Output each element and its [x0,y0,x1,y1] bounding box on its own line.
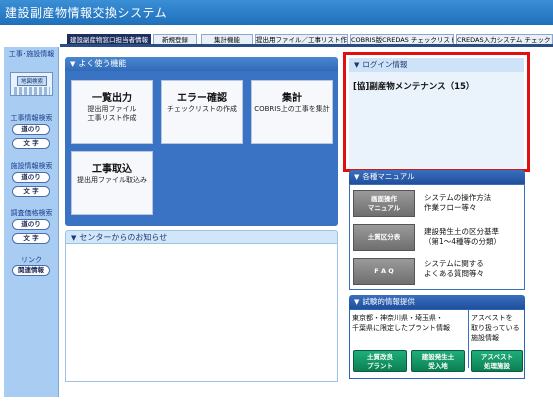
collapse-triangle-icon: ▼ [354,298,360,306]
login-body: [協]副産物メンテナンス（15） [349,72,524,168]
collapse-triangle-icon: ▼ [354,61,360,69]
construction-text-button[interactable]: 文 字 [12,138,50,149]
aggregate-title: 集計 [282,93,302,104]
sidebar-facility-heading: 施設情報検索 [10,162,53,170]
trial-title: 試験的情報提供 [362,297,415,306]
tab-credas-input[interactable]: CREDAS入力システム チェックリスト [456,34,553,45]
collapse-triangle-icon: ▼ [70,60,76,68]
tab-strip: 建設副産物窓口担当者情報 新規登録 集計機能 提出用ファイル／工事リスト作成 C… [0,25,553,47]
manual-panel: 画面操作 マニュアル システムの操作方法 作業フロー等々 土質区分表 建設発生土… [349,184,525,290]
aggregate-desc: COBRIS上の工事を集計 [254,105,330,113]
login-header: ▼ ログイン情報 [349,58,524,72]
notice-body [65,244,338,382]
related-info-button[interactable]: 関連情報 [12,265,50,276]
login-title: ログイン情報 [362,60,408,69]
quick-functions-panel: 一覧出力 提出用ファイル 工事リスト作成 エラー確認 チェックリストの作成 集計… [65,71,338,226]
error-check-tile[interactable]: エラー確認 チェックリストの作成 [161,80,243,144]
import-desc: 提出用ファイル取込み [77,176,147,184]
sidebar-construction-heading: 工事情報検索 [10,114,53,122]
aggregate-tile[interactable]: 集計 COBRIS上の工事を集計 [251,80,333,144]
tab-credas-checklist[interactable]: COBRIS版CREDAS チェックリスト作成 [350,34,454,45]
soil-classification-button[interactable]: 土質区分表 [353,224,415,251]
import-tile[interactable]: 工事取込 提出用ファイル取込み [71,151,153,215]
price-text-button[interactable]: 文 字 [12,233,50,244]
facility-text-button[interactable]: 文 字 [12,186,50,197]
price-route-button[interactable]: 道のり [12,219,50,230]
notice-title: センターからのお知らせ [79,233,168,242]
map-search-box[interactable]: 地図検索 [10,72,53,96]
title-bar: 建設副産物情報交換システム [0,0,553,25]
login-info-panel: ▼ ログイン情報 [協]副産物メンテナンス（15） [343,52,530,172]
sidebar-map-heading: 工事･施設情報 [8,50,55,58]
list-output-title: 一覧出力 [92,93,132,104]
error-check-desc: チェックリストの作成 [167,105,237,113]
import-title: 工事取込 [92,164,132,175]
right-column: ▼ ログイン情報 [協]副産物メンテナンス（15） ▼ 各種マニュアル 画面操作 マ… [343,47,530,397]
map-search-button[interactable]: 地図検索 [17,76,47,86]
tab-aggregation[interactable]: 集計機能 [201,34,253,45]
faq-text: システムに関する よくある質問等々 [424,259,484,278]
tab-contact-person[interactable]: 建設副産物窓口担当者情報 [67,34,151,45]
collapse-triangle-icon: ▼ [71,234,77,242]
trial-header: ▼ 試験的情報提供 [349,295,525,309]
collapse-triangle-icon: ▼ [354,173,360,181]
operation-manual-button[interactable]: 画面操作 マニュアル [353,190,415,217]
soil-classification-text: 建設発生土の区分基準 （第1～4種等の分類） [424,227,502,246]
notice-header: ▼ センターからのお知らせ [65,230,338,244]
list-output-desc: 提出用ファイル 工事リスト作成 [87,105,137,122]
manual-header: ▼ 各種マニュアル [349,170,525,184]
tab-new-registration[interactable]: 新規登録 [153,34,197,45]
soil-plant-button[interactable]: 土質改良 プラント [353,350,407,372]
map-icon [14,87,50,95]
list-output-tile[interactable]: 一覧出力 提出用ファイル 工事リスト作成 [71,80,153,144]
facility-route-button[interactable]: 道のり [12,172,50,183]
app-title: 建設副産物情報交換システム [5,6,168,20]
trial-panel: 東京都・神奈川県・埼玉県・ 千葉県に限定したプラント情報 アスベストを 取り扱っ… [349,309,525,379]
surplus-soil-site-button[interactable]: 建設発生土 受入地 [411,350,465,372]
construction-route-button[interactable]: 道のり [12,124,50,135]
faq-button[interactable]: F A Q [353,258,415,285]
sidebar-link-heading: リンク [21,256,42,264]
login-user-name: [協]副産物メンテナンス（15） [353,82,475,92]
error-check-title: エラー確認 [177,93,227,104]
asbestos-facility-button[interactable]: アスベスト 処理施設 [471,350,523,372]
sidebar-price-heading: 調査価格検索 [10,209,53,217]
quick-functions-title: よく使う機能 [78,59,127,68]
operation-manual-text: システムの操作方法 作業フロー等々 [424,193,492,212]
tab-file-output[interactable]: 提出用ファイル／工事リスト作成 [255,34,348,45]
quick-functions-header: ▼ よく使う機能 [65,57,338,71]
manual-title: 各種マニュアル [362,172,415,181]
sidebar: 工事･施設情報 地図検索 工事情報検索 道のり 文 字 施設情報検索 道のり 文… [4,47,59,397]
